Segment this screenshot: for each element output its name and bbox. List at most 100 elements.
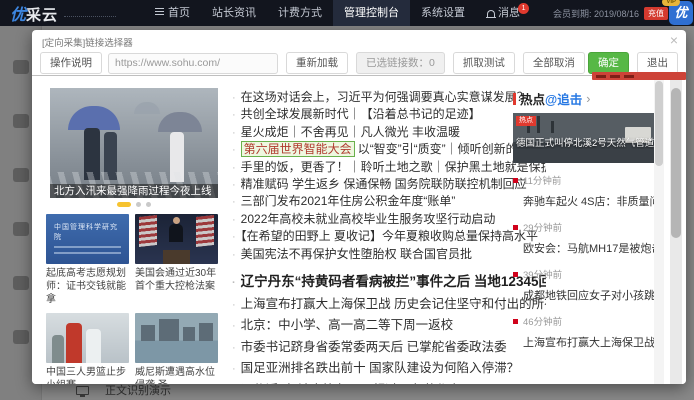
headline-list-bottom: ·辽宁丹东“持黄码者看病被拦”事件之后 当地12345回应·上海宣布打赢大上海保… xyxy=(232,272,546,384)
headline-link[interactable]: ·共创全球发展新时代｜【沿着总书记的足迹】 xyxy=(232,106,546,123)
bullet-icon: · xyxy=(232,363,236,375)
thumbnail-image xyxy=(135,313,218,363)
help-button[interactable]: 操作说明 xyxy=(40,52,102,74)
vip-badge: VIP xyxy=(662,0,680,6)
bullet-icon: · xyxy=(232,127,236,139)
dialog-title: [定向采集]链接选择器 xyxy=(42,35,133,49)
hot-news-text[interactable]: 奔驰车起火 4S店：非质量问题 xyxy=(523,193,655,209)
chevron-right-icon: › xyxy=(586,92,590,106)
headline-link[interactable]: ·精准赋码 学生返乡 保通保畅 国务院联防联控机制回应 xyxy=(232,176,546,193)
nav-item-6[interactable]: 消息1 xyxy=(476,0,542,26)
url-input[interactable] xyxy=(108,53,278,74)
thumbnail-item-2[interactable]: 美国会通过近30年首个重大控枪法案 xyxy=(135,214,218,306)
dialog-scrollbar-track xyxy=(670,76,682,384)
hot-news-image[interactable]: 热点 德国正式叫停北溪2号天然气管道 xyxy=(513,113,655,163)
hot-news-text[interactable]: 欧安会：马航MH17是被炮击落 xyxy=(523,240,655,256)
thumbnail-item-1[interactable]: 中国管理科学研究院起底高考志愿规划师：证书交钱就能拿 xyxy=(46,214,129,306)
screen: 优 采云 首页站长资讯计费方式管理控制台系统设置消息1 会员到期: 2019/0… xyxy=(0,0,694,400)
ad-banner-fragment xyxy=(592,72,686,80)
headline-link[interactable]: ·第六届世界智能大会以“智变”引“质变”｜倾听创新的律动 xyxy=(232,141,546,158)
close-icon[interactable]: × xyxy=(670,32,678,48)
hot-news-item[interactable]: 46分钟前上海宣布打赢大上海保卫战 xyxy=(513,314,655,350)
thumbnail-item-3[interactable]: 中国三人男篮止步小组赛 xyxy=(46,313,129,384)
link-selector-dialog: [定向采集]链接选择器 × 操作说明 重新加载 已选链接数：0 抓取测试 全部取… xyxy=(32,30,686,384)
headline-link[interactable]: ·市委书记跻身省委常委两天后 已掌舵省委政法委 xyxy=(232,337,546,359)
cancel-all-button[interactable]: 全部取消 xyxy=(523,52,585,74)
headline-list-top: ·在这场对话会上，习近平为何强调要真心实意谋发展？·共创全球发展新时代｜【沿着总… xyxy=(232,89,546,263)
inner-scrollbar-thumb[interactable] xyxy=(655,81,663,166)
nav-item-2[interactable]: 站长资讯 xyxy=(201,0,267,26)
headline-link[interactable]: ·辽宁丹东“持黄码者看病被拦”事件之后 当地12345回应 xyxy=(232,272,546,294)
carousel-caption[interactable]: 北方入汛来最强降雨过程今夜上线 xyxy=(50,184,218,198)
thumbnail-image: 中国管理科学研究院 xyxy=(46,214,129,264)
notification-badge: 1 xyxy=(518,3,529,14)
app-logo[interactable]: 优 采云 xyxy=(10,1,116,25)
grid-icon xyxy=(155,8,164,15)
headline-link[interactable]: ·2022年高校未就业高校毕业生服务攻坚行动启动 xyxy=(232,211,546,228)
bullet-icon: · xyxy=(232,320,236,332)
logo-text-blue: 优 xyxy=(10,1,26,25)
thumbnail-item-4[interactable]: 威尼斯遭遇高水位侵袭 圣 xyxy=(135,313,218,384)
nav-item-5[interactable]: 系统设置 xyxy=(410,0,476,26)
main-nav: 首页站长资讯计费方式管理控制台系统设置消息1 xyxy=(144,0,542,26)
hot-news-text[interactable]: 上海宣布打赢大上海保卫战 xyxy=(523,334,655,350)
thumbnail-caption[interactable]: 威尼斯遭遇高水位侵袭 圣 xyxy=(135,366,218,384)
umbrella-shape xyxy=(68,106,120,130)
umbrella-shape xyxy=(158,112,202,132)
hot-news-text[interactable]: 成都地铁回应女子对小孩跳闸机 xyxy=(523,287,655,303)
bullet-icon: · xyxy=(232,179,236,191)
bullet-icon: · xyxy=(232,92,236,104)
headline-link[interactable]: ·美国宪法不再保护女性堕胎权 联合国官员批 xyxy=(232,246,546,263)
embedded-webpage: 北方入汛来最强降雨过程今夜上线 中国管理科学研究院起底高考志愿规划师：证书交钱就… xyxy=(32,76,686,384)
square-bullet-icon xyxy=(513,272,518,277)
hot-news-item[interactable]: 39分钟前成都地铁回应女子对小孩跳闸机 xyxy=(513,267,655,303)
bullet-icon: · xyxy=(232,162,236,174)
headline-link[interactable]: ·三部门发布2021年住房公积金年度“账单” xyxy=(232,193,546,210)
headline-link[interactable]: ·在这场对话会上，习近平为何强调要真心实意谋发展？ xyxy=(232,89,546,106)
bullet-icon: · xyxy=(232,249,236,261)
square-bullet-icon xyxy=(513,225,518,230)
thumbnail-image xyxy=(135,214,218,264)
reload-button[interactable]: 重新加载 xyxy=(286,52,348,74)
carousel-dot-2[interactable] xyxy=(136,202,141,207)
square-bullet-icon xyxy=(513,178,518,183)
nav-item-1[interactable]: 首页 xyxy=(144,0,201,26)
recharge-button[interactable]: 充值 xyxy=(644,7,668,20)
headline-link[interactable]: ·手里的饭，更香了！｜聆听土地之歌｜保护黑土地就是保护每个… xyxy=(232,159,546,176)
timestamp: 29分钟前 xyxy=(513,220,655,234)
thumbnail-caption[interactable]: 中国三人男篮止步小组赛 xyxy=(46,366,129,384)
headline-link[interactable]: ·上海宣布打赢大上海保卫战 历史会记住坚守和付出的所有人 xyxy=(232,294,546,316)
account-area: 会员到期: 2019/08/16 充值 xyxy=(553,7,668,20)
bullet-icon: · xyxy=(232,109,236,121)
hot-item-list: 11分钟前奔驰车起火 4S店：非质量问题 29分钟前欧安会：马航MH17是被炮击落… xyxy=(513,173,655,350)
carousel-image-rain[interactable]: 北方入汛来最强降雨过程今夜上线 xyxy=(50,88,218,198)
carousel-dot-1[interactable] xyxy=(117,202,131,207)
carousel-dot-3[interactable] xyxy=(146,202,151,207)
headline-link[interactable]: ·【在希望的田野上 夏收记】今年夏粮收购总量保持高水平 xyxy=(232,228,546,245)
hot-news-item[interactable]: 11分钟前奔驰车起火 4S店：非质量问题 xyxy=(513,173,655,209)
thumbnail-caption[interactable]: 美国会通过近30年首个重大控枪法案 xyxy=(135,267,218,293)
nav-item-4[interactable]: 管理控制台 xyxy=(333,0,410,26)
exit-button[interactable]: 退出 xyxy=(637,52,678,74)
umbrella-shape xyxy=(134,102,160,114)
thumbnail-caption[interactable]: 起底高考志愿规划师：证书交钱就能拿 xyxy=(46,267,129,306)
hot-news-panel: 热点 @追击 › 热点 德国正式叫停北溪2号天然气管道 11分钟前奔驰车起火 4… xyxy=(513,89,655,361)
hot-title: 热点 xyxy=(520,89,545,108)
hot-news-item[interactable]: 29分钟前欧安会：马航MH17是被炮击落 xyxy=(513,220,655,256)
hot-image-caption: 德国正式叫停北溪2号天然气管道 xyxy=(513,135,655,149)
inner-scrollbar-track xyxy=(654,76,664,384)
news-carousel[interactable]: 北方入汛来最强降雨过程今夜上线 xyxy=(50,88,218,207)
accent-bar xyxy=(513,93,516,105)
headline-link[interactable]: ·北京：中小学、高一高二等下周一返校 xyxy=(232,315,546,337)
hot-panel-header[interactable]: 热点 @追击 › xyxy=(513,89,655,108)
selected-link-highlight[interactable]: 第六届世界智能大会 xyxy=(241,141,355,157)
headline-link[interactable]: ·星火成炬｜不舍再见｜凡人微光 丰收温暖 xyxy=(232,124,546,141)
confirm-button[interactable]: 确定 xyxy=(588,52,629,74)
timestamp: 46分钟前 xyxy=(513,314,655,328)
nav-item-3[interactable]: 计费方式 xyxy=(267,0,333,26)
dialog-scrollbar-thumb[interactable] xyxy=(671,88,681,238)
capture-test-button[interactable]: 抓取测试 xyxy=(453,52,515,74)
headline-column: ·在这场对话会上，习近平为何强调要真心实意谋发展？·共创全球发展新时代｜【沿着总… xyxy=(232,89,546,384)
headline-link[interactable]: ·国足亚洲排名跌出前十 国家队建设为何陷入停滞？ xyxy=(232,358,546,380)
headline-link[interactable]: ·退休近6年被查算久吗？超过10年的都有 xyxy=(232,380,546,384)
